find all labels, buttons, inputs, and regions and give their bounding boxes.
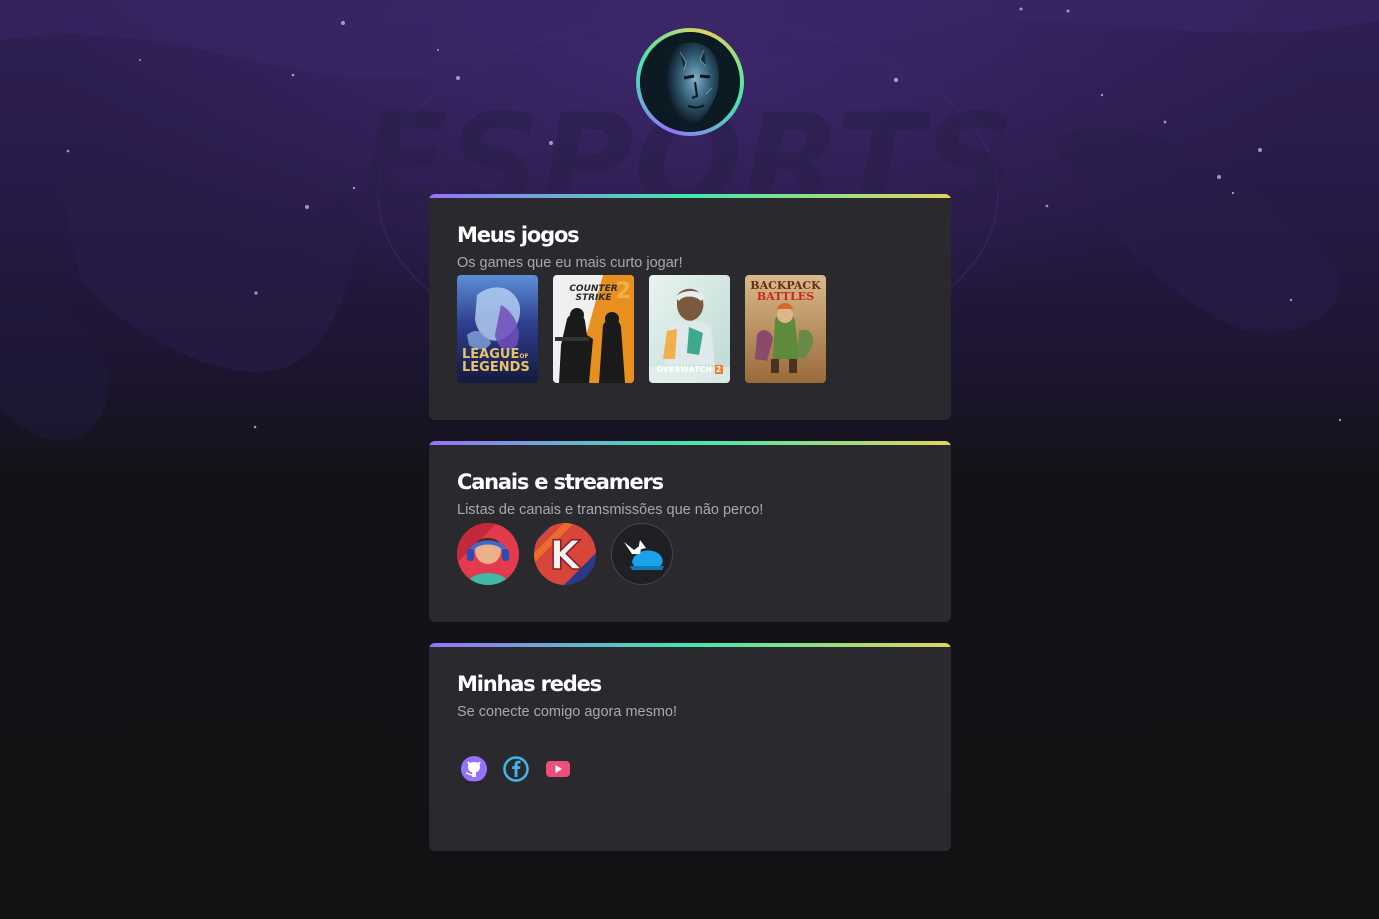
avatar [640, 32, 740, 132]
socials-subtitle: Se conecte comigo agora mesmo! [457, 704, 678, 720]
facebook-icon [503, 756, 529, 782]
game-backpack-battles[interactable]: BACKPACK BATTLES [745, 275, 826, 383]
socials-list [460, 755, 923, 783]
avatar-image [640, 32, 740, 132]
github-link[interactable] [460, 755, 488, 783]
streamer-2-logo-letter: K [550, 533, 583, 579]
streamer-2-image: K [534, 523, 596, 585]
streamer-avatar-2[interactable]: K [534, 523, 596, 585]
socials-title: Minhas redes [457, 672, 602, 696]
games-subtitle: Os games que eu mais curto jogar! [457, 255, 683, 271]
streamer-1-image [457, 523, 519, 585]
youtube-link[interactable] [544, 755, 572, 783]
overwatch-logo-text: OVERWATCH 2 [656, 365, 723, 374]
streamer-3-image [624, 540, 664, 570]
game-overwatch-2[interactable]: OVERWATCH 2 [649, 275, 730, 383]
streamers-list: K [457, 523, 923, 585]
streamer-avatar-1[interactable] [457, 523, 519, 585]
avatar-ring [636, 28, 744, 136]
streamers-subtitle: Listas de canais e transmissões que não … [457, 502, 764, 518]
game-counter-strike-2[interactable]: COUNTER STRIKE 2 [553, 275, 634, 383]
lol-logo-text: LEAGUEOF LEGENDS [462, 347, 530, 375]
cs2-logo-text: COUNTER STRIKE 2 [569, 279, 631, 304]
streamers-card: Canais e streamers Listas de canais e tr… [429, 441, 951, 622]
facebook-link[interactable] [502, 755, 530, 783]
games-card: Meus jogos Os games que eu mais curto jo… [429, 194, 951, 420]
youtube-icon [546, 761, 570, 777]
games-list: LEAGUEOF LEGENDS COUNTER STRIKE 2 OVERWA… [457, 275, 923, 383]
backpack-battles-logo-text: BACKPACK BATTLES [750, 279, 821, 303]
game-league-of-legends[interactable]: LEAGUEOF LEGENDS [457, 275, 538, 383]
socials-card: Minhas redes Se conecte comigo agora mes… [429, 643, 951, 851]
streamer-avatar-3[interactable] [611, 523, 673, 585]
streamers-title: Canais e streamers [457, 470, 664, 494]
games-title: Meus jogos [457, 223, 580, 247]
github-icon [461, 756, 487, 783]
